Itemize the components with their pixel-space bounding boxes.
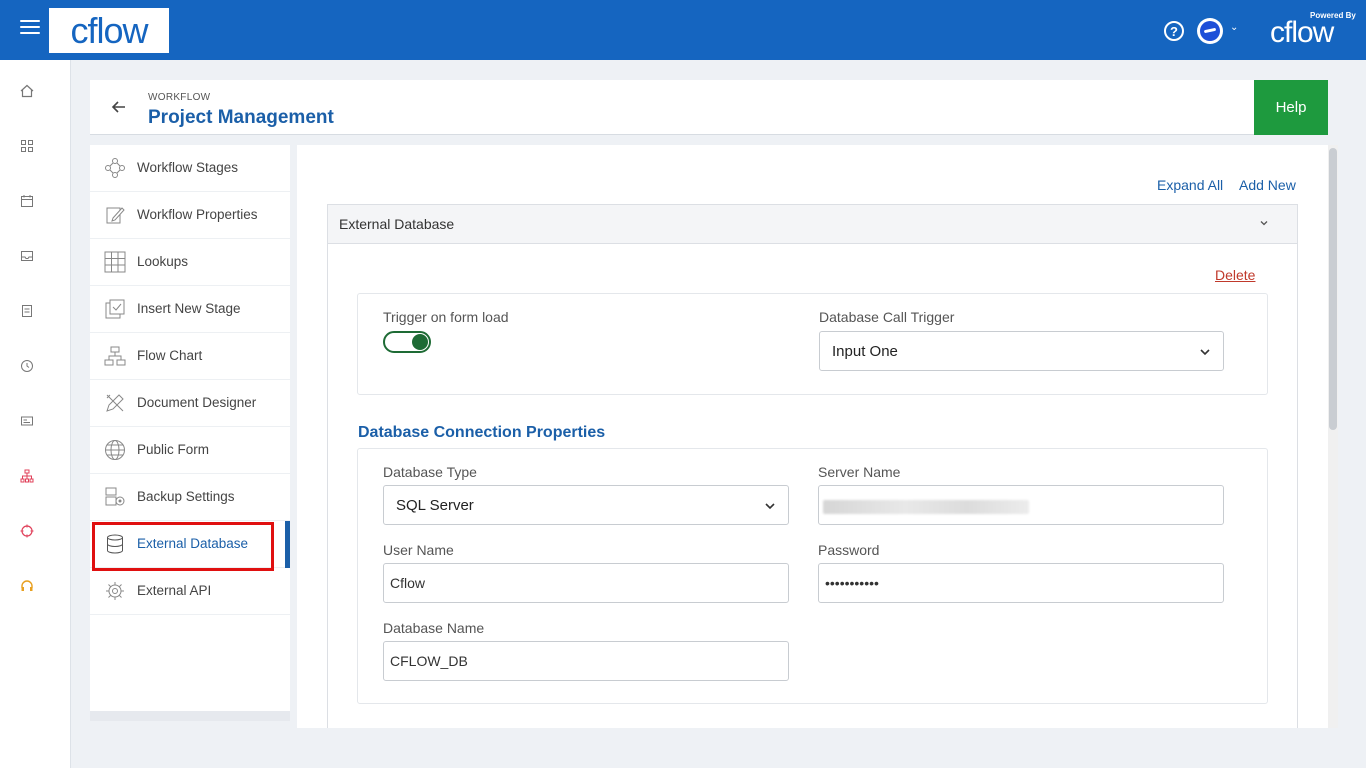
flow-chart-icon <box>104 346 126 366</box>
app-logo[interactable]: cflow <box>49 8 169 53</box>
page-header: WORKFLOW Project Management <box>90 80 1328 135</box>
back-arrow-icon[interactable] <box>110 98 128 116</box>
logo-text: cflow <box>70 9 148 51</box>
sidemenu-footer <box>90 711 290 721</box>
db-call-trigger-select[interactable]: Input One <box>819 331 1224 371</box>
chevron-down-icon <box>765 503 775 510</box>
org-chart-icon[interactable] <box>19 468 35 484</box>
menu-label: Lookups <box>137 254 189 269</box>
breadcrumb: WORKFLOW <box>148 92 211 103</box>
menu-item-flow-chart[interactable]: Flow Chart <box>90 333 290 380</box>
menu-item-workflow-properties[interactable]: Workflow Properties <box>90 192 290 239</box>
db-type-label: Database Type <box>383 464 477 480</box>
scrollbar-thumb[interactable] <box>1329 148 1337 430</box>
menu-item-external-api[interactable]: External API <box>90 568 290 615</box>
chevron-down-icon[interactable]: ⌄ <box>1230 22 1238 33</box>
password-input[interactable] <box>818 563 1224 603</box>
powered-by-logo: cflow <box>1270 16 1334 49</box>
menu-item-document-designer[interactable]: Document Designer <box>90 380 290 427</box>
delete-link[interactable]: Delete <box>1215 267 1255 283</box>
trigger-label: Trigger on form load <box>383 309 509 325</box>
password-label: Password <box>818 542 880 558</box>
calendar-icon[interactable] <box>19 193 35 209</box>
server-name-label: Server Name <box>818 464 901 480</box>
workflow-properties-icon <box>106 207 125 224</box>
chevron-down-icon[interactable] <box>1258 217 1270 229</box>
hamburger-menu-icon[interactable] <box>20 20 40 38</box>
user-name-input[interactable] <box>383 563 789 603</box>
section-title: Database Connection Properties <box>358 424 606 441</box>
trigger-box: Trigger on form load Database Call Trigg… <box>357 293 1268 395</box>
db-type-select[interactable]: SQL Server <box>383 485 789 525</box>
insert-stage-icon <box>105 299 125 319</box>
help-icon[interactable]: ? <box>1164 21 1184 41</box>
db-call-trigger-label: Database Call Trigger <box>819 309 955 325</box>
settings-sidemenu: Workflow Stages Workflow Properties Look… <box>90 145 290 721</box>
select-value: SQL Server <box>396 497 474 514</box>
user-name-label: User Name <box>383 542 454 558</box>
menu-label: Backup Settings <box>137 489 235 504</box>
menu-label: Document Designer <box>137 395 257 410</box>
report-icon[interactable] <box>19 303 35 319</box>
redacted-value <box>823 500 1029 514</box>
select-value: Input One <box>832 343 898 360</box>
api-gear-icon <box>106 582 124 600</box>
chevron-down-icon <box>1200 349 1210 356</box>
db-name-label: Database Name <box>383 620 485 636</box>
server-name-input[interactable] <box>818 485 1224 525</box>
menu-item-public-form[interactable]: Public Form <box>90 427 290 474</box>
page-title: Project Management <box>148 107 334 128</box>
accordion-header[interactable]: External Database <box>327 204 1298 244</box>
history-icon[interactable] <box>19 358 35 374</box>
inbox-icon[interactable] <box>19 248 35 264</box>
menu-label: Workflow Properties <box>137 207 258 222</box>
grid-icon[interactable] <box>19 138 35 154</box>
target-icon[interactable] <box>19 523 35 539</box>
menu-item-external-database[interactable]: External Database <box>90 521 290 568</box>
accordion-title: External Database <box>339 216 455 232</box>
trigger-toggle[interactable] <box>383 331 431 353</box>
db-name-input[interactable] <box>383 641 789 681</box>
connection-properties-box: Database Type SQL Server Server Name Use… <box>357 448 1268 704</box>
active-indicator <box>285 521 290 568</box>
main-panel: Expand All Add New External Database Del… <box>297 145 1328 728</box>
menu-label: External Database <box>137 536 249 551</box>
workflow-stages-icon <box>105 158 125 178</box>
card-icon[interactable] <box>19 413 35 429</box>
menu-item-backup-settings[interactable]: Backup Settings <box>90 474 290 521</box>
menu-label: Flow Chart <box>137 348 203 363</box>
home-icon[interactable] <box>19 83 35 99</box>
backup-icon <box>105 487 125 506</box>
top-bar: cflow ? ⌄ Powered By cflow <box>0 0 1366 60</box>
menu-label: External API <box>137 583 212 598</box>
database-icon <box>107 534 123 554</box>
document-designer-icon <box>106 394 124 412</box>
headset-icon[interactable] <box>19 578 35 594</box>
menu-label: Public Form <box>137 442 210 457</box>
menu-label: Insert New Stage <box>137 301 241 316</box>
help-button[interactable]: Help <box>1254 80 1328 135</box>
expand-all-link[interactable]: Expand All <box>1157 177 1223 193</box>
user-avatar[interactable] <box>1197 18 1223 44</box>
add-new-link[interactable]: Add New <box>1239 177 1296 193</box>
lookups-icon <box>104 251 126 273</box>
menu-item-workflow-stages[interactable]: Workflow Stages <box>90 145 290 192</box>
menu-item-insert-new-stage[interactable]: Insert New Stage <box>90 286 290 333</box>
globe-icon <box>105 440 125 460</box>
menu-item-lookups[interactable]: Lookups <box>90 239 290 286</box>
menu-label: Workflow Stages <box>137 160 239 175</box>
icon-rail <box>0 60 71 768</box>
